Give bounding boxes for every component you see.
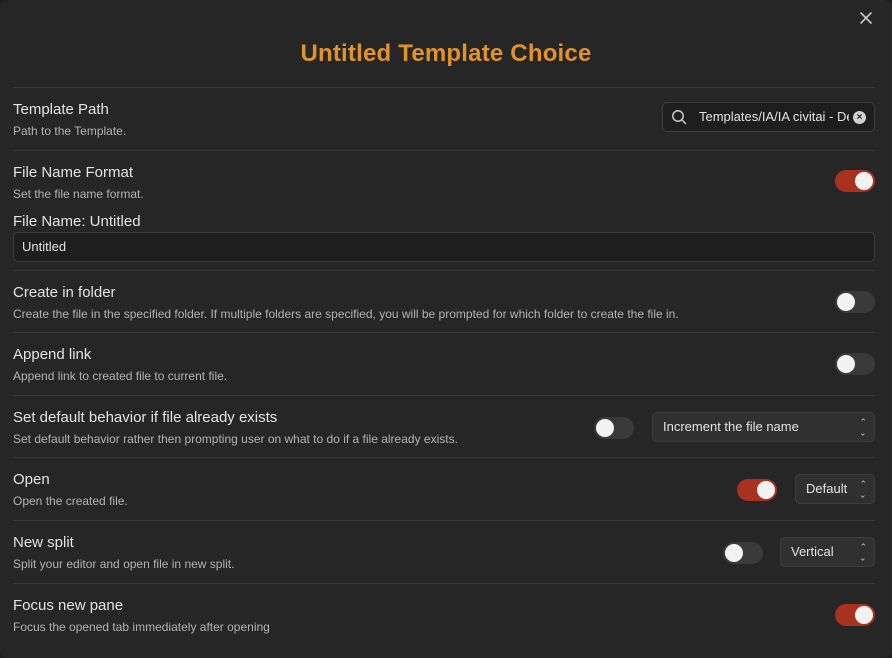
- template-path-input[interactable]: Templates/IA/IA civitai - Default ×: [662, 102, 875, 132]
- setting-description: Focus the opened tab immediately after o…: [13, 620, 270, 634]
- create-in-folder-toggle[interactable]: [835, 291, 875, 313]
- setting-open: Open Open the created file. Default ⌃ ⌃: [13, 457, 875, 520]
- chevron-updown-icon: ⌃ ⌃: [859, 417, 867, 438]
- default-behavior-toggle[interactable]: [594, 417, 634, 439]
- open-mode-selected: Default: [806, 481, 848, 496]
- setting-focus-new-pane: Focus new pane Focus the opened tab imme…: [13, 583, 875, 646]
- setting-name: Open: [13, 471, 50, 488]
- setting-append-link: Append link Append link to created file …: [13, 332, 875, 395]
- file-name-preview-label: File Name: Untitled: [13, 213, 141, 230]
- setting-default-behavior: Set default behavior if file already exi…: [13, 395, 875, 457]
- setting-name: Template Path: [13, 101, 109, 118]
- open-mode-select[interactable]: Default ⌃ ⌃: [795, 474, 875, 504]
- setting-description: Set the file name format.: [13, 187, 144, 201]
- new-split-toggle[interactable]: [723, 542, 763, 564]
- open-toggle[interactable]: [737, 479, 777, 501]
- clear-icon[interactable]: ×: [853, 111, 866, 124]
- setting-new-split: New split Split your editor and open fil…: [13, 520, 875, 583]
- setting-description: Path to the Template.: [13, 124, 127, 138]
- new-split-direction-select[interactable]: Vertical ⌃ ⌃: [780, 537, 875, 567]
- template-choice-modal: Untitled Template Choice Template Path P…: [0, 0, 892, 658]
- chevron-updown-icon: ⌃ ⌃: [859, 479, 867, 500]
- setting-name: Create in folder: [13, 284, 116, 301]
- setting-description: Set default behavior rather then prompti…: [13, 432, 458, 446]
- setting-name: File Name Format: [13, 164, 134, 181]
- focus-new-pane-toggle[interactable]: [835, 604, 875, 626]
- new-split-direction-selected: Vertical: [791, 544, 834, 559]
- file-name-format-input[interactable]: Untitled: [13, 232, 875, 262]
- setting-create-in-folder: Create in folder Create the file in the …: [13, 270, 875, 332]
- setting-name: New split: [13, 534, 74, 551]
- append-link-toggle[interactable]: [835, 353, 875, 375]
- setting-name: Focus new pane: [13, 597, 124, 614]
- default-behavior-select[interactable]: Increment the file name ⌃ ⌃: [652, 412, 875, 442]
- setting-file-name-format: File Name Format Set the file name forma…: [13, 150, 875, 210]
- setting-name: Set default behavior if file already exi…: [13, 409, 278, 426]
- file-name-format-toggle[interactable]: [835, 170, 875, 192]
- close-button[interactable]: [856, 8, 876, 28]
- setting-description: Create the file in the specified folder.…: [13, 307, 679, 321]
- setting-name: Append link: [13, 346, 92, 363]
- chevron-updown-icon: ⌃ ⌃: [859, 542, 867, 563]
- setting-description: Open the created file.: [13, 494, 128, 508]
- template-path-value: Templates/IA/IA civitai - Default: [699, 109, 849, 124]
- search-icon: [672, 110, 687, 125]
- setting-description: Append link to created file to current f…: [13, 369, 228, 383]
- setting-description: Split your editor and open file in new s…: [13, 557, 235, 571]
- modal-title: Untitled Template Choice: [300, 40, 592, 67]
- close-icon: [860, 12, 872, 24]
- setting-template-path: Template Path Path to the Template. Temp…: [13, 87, 875, 150]
- default-behavior-selected: Increment the file name: [663, 419, 799, 434]
